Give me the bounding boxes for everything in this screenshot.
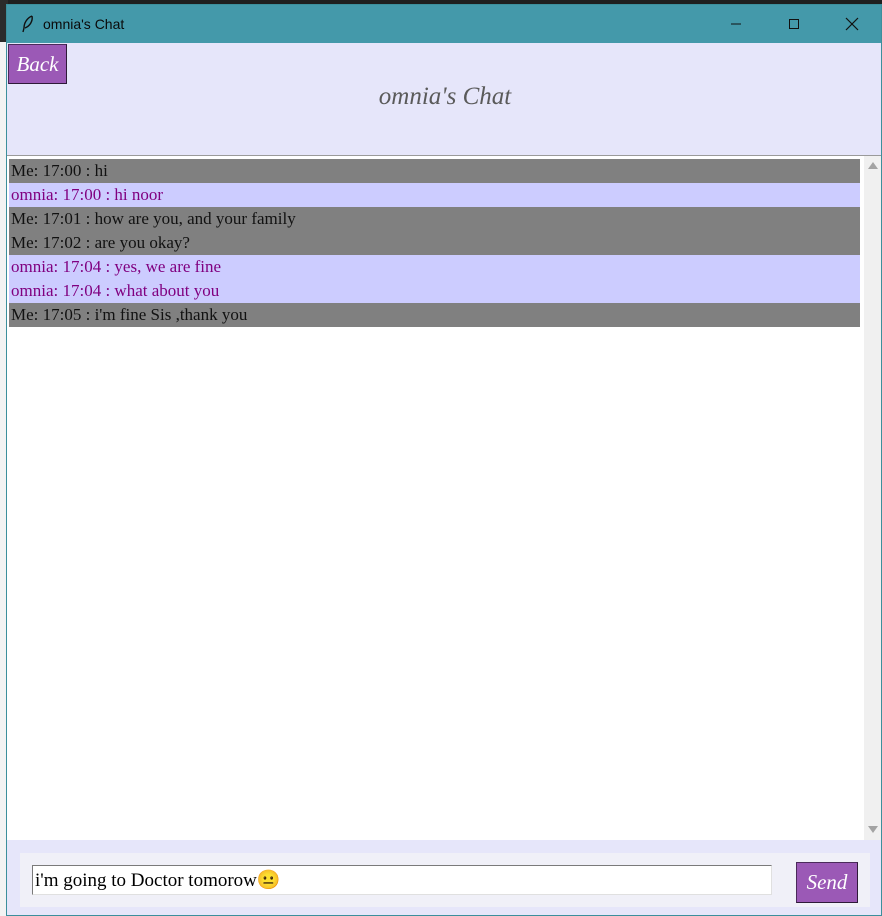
scroll-up-icon[interactable] (868, 162, 878, 169)
my-message-row: Me: 17:02 : are you okay? (9, 231, 860, 255)
message-list[interactable]: Me: 17:00 : hi omnia: 17:00 : hi noor Me: … (7, 155, 881, 841)
scroll-down-icon[interactable] (868, 826, 878, 833)
chat-window: omnia's Chat Back omnia's Chat Me: 17:00… (6, 4, 882, 916)
my-message-row: Me: 17:01 : how are you, and your family (9, 207, 860, 231)
back-button[interactable]: Back (8, 44, 67, 84)
composer-panel: Send (20, 853, 870, 907)
my-message-row: Me: 17:00 : hi (9, 159, 860, 183)
messages-container: Me: 17:00 : hi omnia: 17:00 : hi noor Me: … (9, 159, 860, 327)
close-button[interactable] (823, 5, 881, 43)
message-input[interactable] (32, 865, 772, 895)
contact-message-row: omnia: 17:04 : what about you (9, 279, 860, 303)
close-icon (845, 17, 859, 31)
chat-header: Back omnia's Chat (7, 43, 881, 155)
composer-bar: Send (7, 840, 881, 915)
contact-message-row: omnia: 17:04 : yes, we are fine (9, 255, 860, 279)
scrollbar[interactable] (864, 156, 881, 841)
window-title: omnia's Chat (43, 16, 125, 32)
minimize-icon (731, 23, 741, 25)
minimize-button[interactable] (707, 5, 765, 43)
maximize-button[interactable] (765, 5, 823, 43)
maximize-icon (789, 19, 799, 29)
title-bar[interactable]: omnia's Chat (7, 5, 881, 43)
feather-icon (22, 15, 33, 33)
page-title: omnia's Chat (378, 83, 512, 110)
my-message-row: Me: 17:05 : i'm fine Sis ,thank you (9, 303, 860, 327)
send-button[interactable]: Send (796, 862, 858, 903)
contact-message-row: omnia: 17:00 : hi noor (9, 183, 860, 207)
